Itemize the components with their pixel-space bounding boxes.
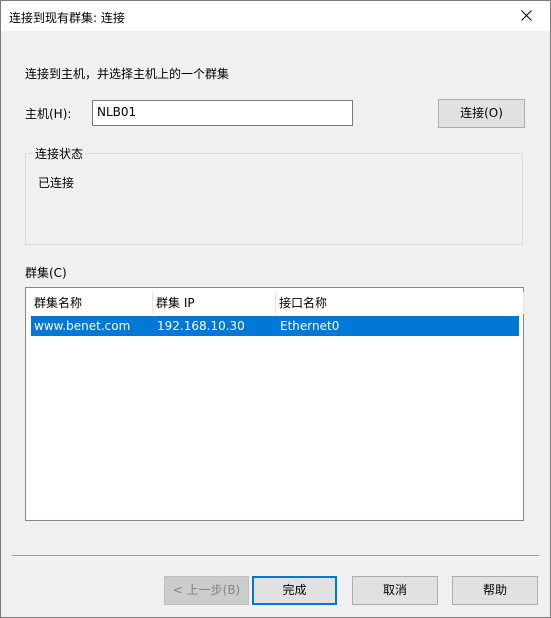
footer-separator bbox=[12, 555, 539, 556]
cell-interface-name: Ethernet0 bbox=[280, 319, 340, 333]
connection-status-legend: 连接状态 bbox=[33, 145, 86, 162]
close-button[interactable] bbox=[504, 1, 550, 31]
connection-status-group bbox=[25, 153, 523, 245]
connection-status-value: 已连接 bbox=[38, 176, 75, 190]
cancel-button[interactable]: 取消 bbox=[352, 576, 438, 605]
column-header-interface-name[interactable]: 接口名称 bbox=[276, 292, 524, 314]
host-label: 主机(H): bbox=[25, 107, 72, 121]
column-header-cluster-ip[interactable]: 群集 IP bbox=[153, 292, 276, 314]
cluster-list-header: 群集名称 群集 IP 接口名称 bbox=[31, 292, 524, 314]
window-title: 连接到现有群集: 连接 bbox=[9, 11, 125, 25]
cluster-list[interactable]: 群集名称 群集 IP 接口名称 www.benet.com 192.168.10… bbox=[25, 287, 524, 521]
table-row[interactable]: www.benet.com 192.168.10.30 Ethernet0 bbox=[31, 316, 519, 336]
finish-button[interactable]: 完成 bbox=[252, 576, 337, 605]
host-input[interactable]: NLB01 bbox=[92, 100, 353, 126]
cell-cluster-ip: 192.168.10.30 bbox=[157, 319, 245, 333]
cell-cluster-name: www.benet.com bbox=[34, 319, 131, 333]
cluster-list-label: 群集(C) bbox=[25, 266, 67, 280]
instruction-text: 连接到主机，并选择主机上的一个群集 bbox=[25, 67, 230, 81]
back-button[interactable]: < 上一步(B) bbox=[164, 576, 249, 605]
title-bar: 连接到现有群集: 连接 bbox=[1, 1, 550, 31]
connect-button[interactable]: 连接(O) bbox=[438, 99, 525, 128]
column-header-cluster-name[interactable]: 群集名称 bbox=[31, 292, 153, 314]
close-icon bbox=[521, 10, 532, 21]
dialog-window: 连接到现有群集: 连接 连接到主机，并选择主机上的一个群集 主机(H): NLB… bbox=[0, 0, 551, 618]
help-button[interactable]: 帮助 bbox=[452, 576, 538, 605]
